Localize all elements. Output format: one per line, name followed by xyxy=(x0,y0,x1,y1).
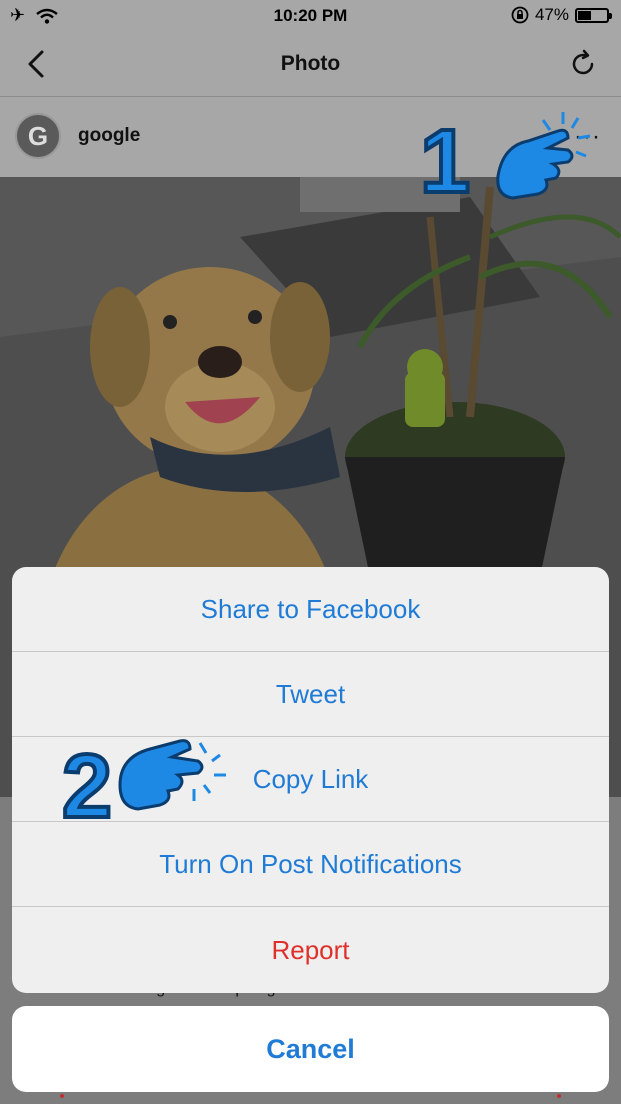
svg-text:2: 2 xyxy=(62,737,112,830)
cancel-button[interactable]: Cancel xyxy=(12,1006,609,1092)
avatar-letter: G xyxy=(27,121,49,151)
status-right: 47% xyxy=(511,5,612,25)
pointing-hand-icon: 1 xyxy=(418,110,591,214)
status-bar: ✈ 10:20 PM 47% xyxy=(0,0,621,32)
share-to-facebook-button[interactable]: Share to Facebook xyxy=(12,567,609,652)
page-title: Photo xyxy=(280,52,341,75)
pointing-hand-icon: 2 xyxy=(60,735,226,839)
navigation-bar: Photo xyxy=(0,32,621,97)
step-1-annotation: 1 1 xyxy=(418,106,608,226)
indicator-dot xyxy=(557,1094,561,1098)
report-button[interactable]: Report xyxy=(12,907,609,993)
username[interactable]: google xyxy=(78,125,140,147)
battery-icon xyxy=(575,7,612,23)
step-2-annotation: 2 2 xyxy=(60,735,245,839)
refresh-icon[interactable] xyxy=(567,48,599,80)
orientation-lock-icon xyxy=(511,6,529,24)
battery-percent: 47% xyxy=(534,5,569,24)
indicator-dot xyxy=(60,1094,64,1098)
avatar[interactable]: G xyxy=(15,113,61,159)
svg-text:1: 1 xyxy=(420,112,470,212)
tweet-button[interactable]: Tweet xyxy=(12,652,609,737)
